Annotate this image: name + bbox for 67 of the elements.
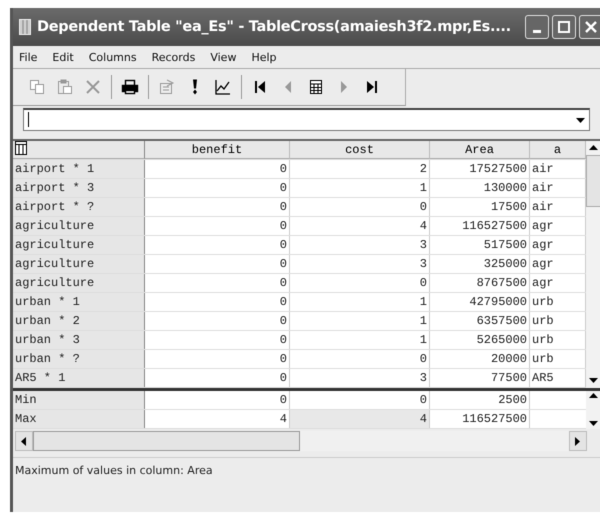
table-cell: 5265000 [430, 331, 530, 349]
table-cell: 3 [290, 255, 430, 273]
menu-item[interactable]: Help [251, 50, 277, 64]
table-cell: 0 [145, 217, 290, 235]
menu-item[interactable]: Columns [88, 50, 137, 64]
table-cell: 4 [290, 217, 430, 235]
row-header[interactable]: agriculture [13, 255, 145, 273]
row-header: Max [13, 410, 145, 428]
row-header[interactable]: urban * 1 [13, 293, 145, 311]
table-cell: 0 [290, 274, 430, 292]
table-cell: 116527500 [430, 410, 530, 428]
table-cell: 0 [145, 391, 290, 409]
table-cell: 8767500 [430, 274, 530, 292]
column-header[interactable]: benefit [145, 141, 290, 159]
menu-item[interactable]: Edit [52, 50, 74, 64]
table-cell: 116527500 [430, 217, 530, 235]
row-header[interactable]: urban * 3 [13, 331, 145, 349]
table-cell: 0 [145, 179, 290, 197]
table-cell: 0 [145, 369, 290, 387]
table-cell: 0 [145, 293, 290, 311]
table-cell: 4 [290, 410, 430, 428]
table-cell: 1 [290, 293, 430, 311]
table-cell: 17527500 [430, 160, 530, 178]
row-header[interactable]: agriculture [13, 217, 145, 235]
table-cell: 20000 [430, 350, 530, 368]
table-cell: 325000 [430, 255, 530, 273]
menu-item[interactable]: File [19, 50, 38, 64]
row-header[interactable]: urban * ? [13, 350, 145, 368]
column-header[interactable]: Area [430, 141, 530, 159]
table-cell: 0 [145, 331, 290, 349]
table-cell: 0 [145, 198, 290, 216]
row-header: Min [13, 391, 145, 409]
table-cell: 6357500 [430, 312, 530, 330]
column-header[interactable]: cost [290, 141, 430, 159]
table-cell: 1 [290, 312, 430, 330]
table-cell: 3 [290, 369, 430, 387]
menu-item[interactable]: View [210, 50, 236, 64]
table-cell: 2500 [430, 391, 530, 409]
column-header[interactable]: a [530, 141, 586, 159]
row-header[interactable]: airport * 3 [13, 179, 145, 197]
menu-item[interactable]: Records [152, 50, 196, 64]
window-title: Dependent Table "ea_Es" - TableCross(amaiesh3f2.mpr,Es.... [37, 19, 511, 35]
table-cell: 0 [145, 160, 290, 178]
table-cell: 42795000 [430, 293, 530, 311]
table-cell: 2 [290, 160, 430, 178]
table-cell: 0 [145, 312, 290, 330]
table-cell: 0 [290, 198, 430, 216]
row-header[interactable]: agriculture [13, 274, 145, 292]
table-cell: 0 [145, 274, 290, 292]
table-cell: 130000 [430, 179, 530, 197]
table-cell: 1 [290, 179, 430, 197]
row-header[interactable]: airport * ? [13, 198, 145, 216]
row-header[interactable]: AR5 * 1 [13, 369, 145, 387]
row-header[interactable]: airport * 1 [13, 160, 145, 178]
row-header[interactable]: urban * 2 [13, 312, 145, 330]
table-cell: 77500 [430, 369, 530, 387]
table-cell: 0 [290, 350, 430, 368]
table-cell: 1 [290, 331, 430, 349]
table-cell: 3 [290, 236, 430, 254]
row-header[interactable]: agriculture [13, 236, 145, 254]
table-cell: 0 [290, 391, 430, 409]
table-cell: 0 [145, 255, 290, 273]
table-cell: 17500 [430, 198, 530, 216]
table-cell: 0 [145, 236, 290, 254]
table-cell: 0 [145, 350, 290, 368]
status-text: Maximum of values in column: Area [15, 464, 213, 476]
table-cell: 517500 [430, 236, 530, 254]
